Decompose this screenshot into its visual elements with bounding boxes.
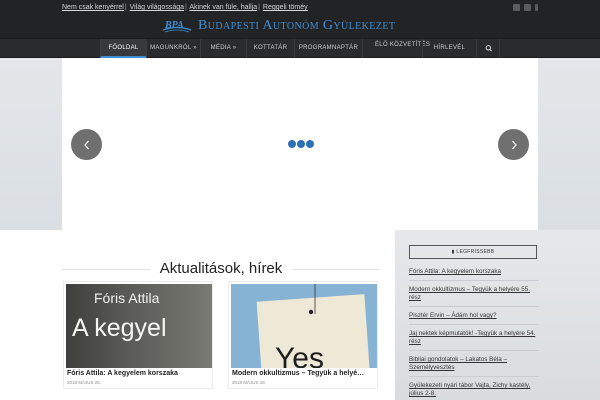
card-date: 2018 május 19. bbox=[232, 380, 267, 385]
nav-item-fooldal[interactable]: Főoldal bbox=[100, 39, 146, 58]
recent-post-link[interactable]: Bibliai gondolatok – Lakatos Béla – Szem… bbox=[409, 356, 539, 377]
card-image-text: A kegyel bbox=[72, 314, 167, 342]
recent-posts-list: Fóris Attila: A kegyelem korszaka Modern… bbox=[409, 268, 539, 400]
recent-post-link[interactable]: Modern okkultizmus – Tegyük a helyére 55… bbox=[409, 286, 539, 307]
card-image[interactable]: Yes bbox=[231, 284, 377, 368]
news-card[interactable]: Yes Modern okkultizmus – Tegyük a helyé…… bbox=[228, 281, 378, 389]
social-icons bbox=[513, 4, 538, 11]
chevron-left-icon bbox=[83, 140, 89, 149]
document-icon: ▮ bbox=[451, 249, 455, 255]
chevron-right-icon bbox=[511, 140, 517, 149]
recent-post-link[interactable]: Pisztér Ervin – Ádám hol vagy? bbox=[409, 312, 539, 325]
top-link-nem-csak-kenyerrel[interactable]: Nem csak kenyérrel bbox=[62, 4, 124, 11]
main-nav: Főoldal Magunkról » Média » Kottatár Pro… bbox=[0, 38, 600, 58]
nav-item-hirlevel[interactable]: Hírlevél bbox=[422, 39, 476, 58]
news-card[interactable]: Fóris Attila A kegyel Fóris Attila: A ke… bbox=[63, 281, 213, 389]
nav-item-elo-kozvetites[interactable]: Élő közvetítés bbox=[362, 39, 430, 58]
nav-item-magunkrol[interactable]: Magunkról » bbox=[146, 39, 200, 58]
slider-prev-button[interactable] bbox=[71, 129, 102, 160]
site-logo[interactable]: BPA Budapesti Autonóm Gyülekezet bbox=[162, 18, 395, 34]
more-icon[interactable] bbox=[535, 4, 538, 11]
top-bar: Nem csak kenyérrel| Világ világossága| A… bbox=[0, 0, 600, 38]
top-link-akinek-van-fule[interactable]: Akinek van füle, hallja bbox=[189, 4, 257, 11]
section-title: Aktualitások, hírek bbox=[159, 260, 283, 277]
card-title[interactable]: Fóris Attila: A kegyelem korszaka bbox=[67, 370, 178, 377]
nav-search-button[interactable] bbox=[476, 39, 500, 58]
top-link-reggeli-tomeny[interactable]: Reggeli töméy bbox=[263, 4, 308, 11]
youtube-icon[interactable] bbox=[524, 4, 531, 11]
card-date: 2018 május 25. bbox=[67, 380, 102, 385]
facebook-icon[interactable] bbox=[513, 4, 520, 11]
loading-dots-icon bbox=[288, 140, 314, 148]
nav-item-media[interactable]: Média » bbox=[200, 39, 246, 58]
recent-post-link[interactable]: Fóris Attila: A kegyelem korszaka bbox=[409, 268, 539, 281]
slider-next-button[interactable] bbox=[498, 129, 529, 160]
card-image-text: Fóris Attila bbox=[94, 290, 160, 306]
search-icon bbox=[485, 45, 492, 52]
card-image[interactable]: Fóris Attila A kegyel bbox=[66, 284, 212, 368]
nav-item-kottatar[interactable]: Kottatár bbox=[246, 39, 294, 58]
card-image-text: Yes bbox=[275, 342, 324, 368]
widget-title-button[interactable]: ▮ Legfrissebb bbox=[409, 245, 537, 259]
note-photo: Yes bbox=[231, 284, 377, 368]
card-title[interactable]: Modern okkultizmus – Tegyük a helyé… bbox=[232, 370, 364, 377]
top-link-vilag-vilagossaga[interactable]: Világ világossága bbox=[130, 4, 184, 11]
nav-item-programnaptar[interactable]: Programnaptár bbox=[294, 39, 362, 58]
top-links: Nem csak kenyérrel| Világ világossága| A… bbox=[62, 4, 308, 11]
logo-mark-icon: BPA bbox=[162, 19, 192, 33]
recent-post-link[interactable]: Gyülekezeti nyári tábor Vajta, Zichy kas… bbox=[409, 382, 539, 400]
recent-post-link[interactable]: Jaj nektek képmutatók! -Tegyük a helyére… bbox=[409, 330, 539, 351]
widget-title: Legfrissebb bbox=[456, 249, 495, 255]
site-title: Budapesti Autonóm Gyülekezet bbox=[198, 18, 396, 33]
